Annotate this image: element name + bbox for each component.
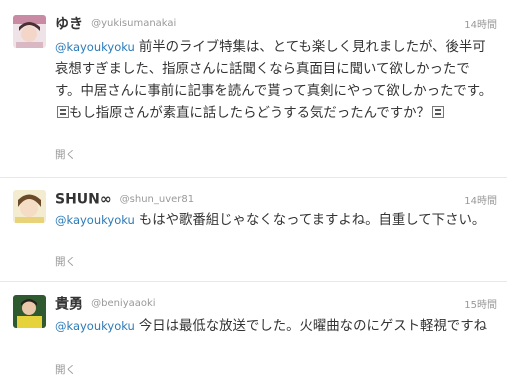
tweet-timeline: ゆき @yukisumanakai 14時間 @kayoukyoku 前半のライブ…: [0, 0, 507, 389]
tweet-timestamp[interactable]: 15時間: [464, 296, 497, 311]
avatar[interactable]: [13, 295, 46, 328]
avatar[interactable]: [13, 190, 46, 223]
avatar[interactable]: [13, 15, 46, 48]
tweet-text-body: もはや歌番組じゃなくなってますよね。自重して下さい。: [138, 213, 486, 228]
tweet-timestamp[interactable]: 14時間: [464, 16, 497, 31]
tweet-header: SHUN∞ @shun_uver81 14時間: [55, 189, 497, 209]
user-handle[interactable]: @beniyaaoki: [91, 298, 155, 309]
tweet-item[interactable]: ゆき @yukisumanakai 14時間 @kayoukyoku 前半のライブ…: [0, 0, 507, 178]
tweet-text: @kayoukyoku 今日は最低な放送でした。火曜曲なのにゲスト軽視ですね: [55, 315, 495, 338]
mention-link[interactable]: @kayoukyoku: [55, 40, 135, 54]
mention-link[interactable]: @kayoukyoku: [55, 213, 135, 227]
user-fullname[interactable]: SHUN∞: [55, 192, 112, 208]
tweet-item[interactable]: 貴勇 @beniyaaoki 15時間 @kayoukyoku 今日は最低な放送で…: [0, 282, 507, 389]
mention-link[interactable]: @kayoukyoku: [55, 319, 135, 333]
tweet-text: @kayoukyoku もはや歌番組じゃなくなってますよね。自重して下さい。: [55, 209, 495, 232]
tweet-text: @kayoukyoku 前半のライブ特集は、とても楽しく見れましたが、後半可哀想す…: [55, 36, 495, 125]
emoji-icon: [57, 106, 69, 118]
tweet-item[interactable]: SHUN∞ @shun_uver81 14時間 @kayoukyoku もはや歌番…: [0, 178, 507, 282]
user-fullname[interactable]: ゆき: [55, 17, 83, 33]
expand-link[interactable]: 開く: [55, 362, 76, 377]
user-handle[interactable]: @yukisumanakai: [91, 18, 176, 29]
tweet-header: 貴勇 @beniyaaoki 15時間: [55, 293, 497, 313]
tweet-text-body: 今日は最低な放送でした。火曜曲なのにゲスト軽視ですね: [138, 319, 487, 334]
tweet-timestamp[interactable]: 14時間: [464, 192, 497, 207]
user-fullname[interactable]: 貴勇: [55, 297, 83, 313]
tweet-header: ゆき @yukisumanakai 14時間: [55, 13, 497, 33]
emoji-icon: [431, 106, 444, 118]
user-handle[interactable]: @shun_uver81: [120, 194, 194, 205]
expand-link[interactable]: 開く: [55, 147, 76, 162]
tweet-text-body-2: もし指原さんが素直に話したらどうする気だったんですか？: [69, 106, 430, 121]
expand-link[interactable]: 開く: [55, 254, 76, 269]
